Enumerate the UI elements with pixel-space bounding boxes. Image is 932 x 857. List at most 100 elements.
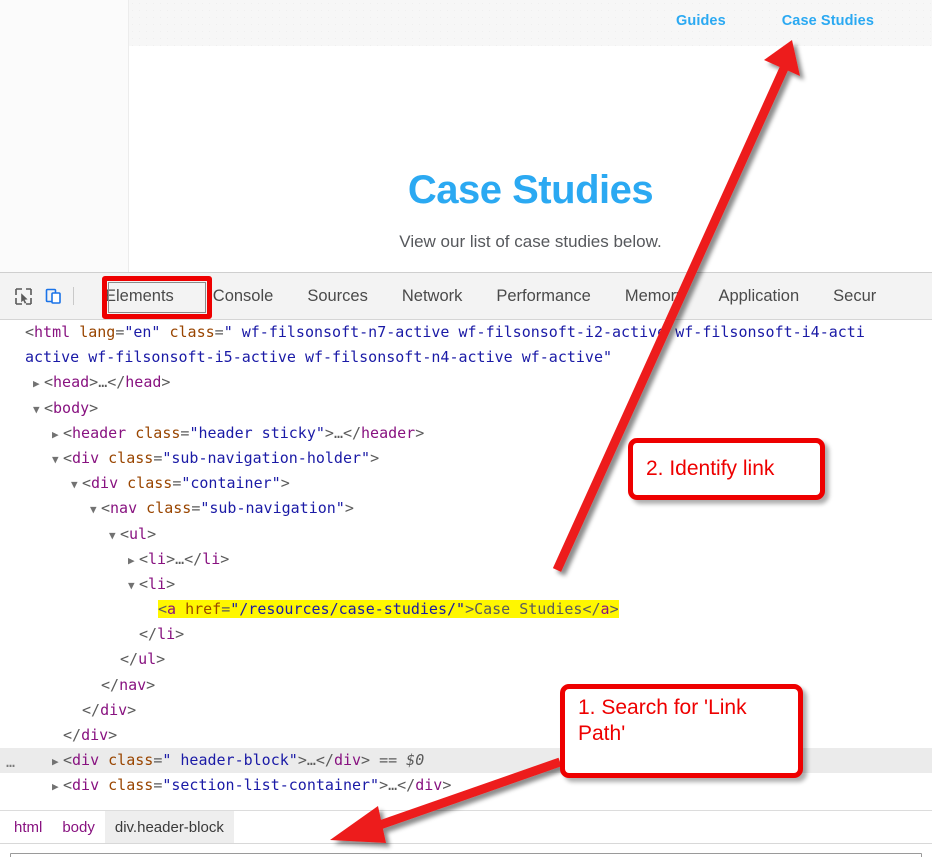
dom-row-content: active wf-filsonsoft-i5-active wf-filson… bbox=[0, 348, 612, 366]
breadcrumb-item-html[interactable]: html bbox=[4, 811, 52, 844]
dom-row-content: </div> bbox=[0, 701, 136, 719]
tab-sources[interactable]: Sources bbox=[290, 273, 385, 320]
dom-token-punc: = bbox=[115, 323, 125, 341]
dom-tree-row[interactable]: </ul> bbox=[0, 647, 932, 672]
expanded-twisty-icon[interactable]: ▼ bbox=[71, 472, 82, 497]
dom-token-punc: > bbox=[344, 499, 354, 518]
sub-navigation-bar: Guides Case Studies bbox=[129, 0, 932, 47]
dom-token-punc bbox=[126, 424, 135, 442]
dom-row-content: <html lang="en" class=" wf-filsonsoft-n7… bbox=[0, 323, 865, 341]
dom-token-punc: < bbox=[63, 448, 73, 467]
subnav-link-guides[interactable]: Guides bbox=[676, 13, 726, 29]
breadcrumb-item-body[interactable]: body bbox=[52, 811, 105, 844]
dom-token-tag: div bbox=[100, 700, 128, 719]
page-left-gutter bbox=[0, 0, 129, 272]
dom-token-punc: > bbox=[220, 549, 230, 568]
tab-elements[interactable]: Elements bbox=[83, 273, 196, 320]
dom-row-markup: <ul> bbox=[120, 525, 156, 543]
dom-token-tag: head bbox=[53, 373, 90, 392]
dom-token-punc: > bbox=[161, 373, 171, 392]
dom-token-punc: < bbox=[158, 600, 168, 619]
dom-token-tag: div bbox=[72, 776, 100, 795]
collapsed-twisty-icon[interactable]: ▶ bbox=[128, 548, 139, 573]
dom-token-attr: href bbox=[185, 600, 222, 619]
dom-row-markup: <header class="header sticky">…</header> bbox=[63, 424, 424, 442]
dom-tree-row[interactable]: </li> bbox=[0, 622, 932, 647]
dom-row-content: ▼ <body> bbox=[0, 399, 98, 417]
dom-tree-row[interactable]: <a href="/resources/case-studies/">Case … bbox=[0, 597, 932, 622]
tab-security[interactable]: Secur bbox=[816, 273, 893, 320]
expanded-twisty-icon[interactable]: ▼ bbox=[90, 497, 101, 522]
dom-row-content: ▼ <div class="container"> bbox=[0, 474, 290, 492]
dom-token-punc: < bbox=[120, 524, 130, 543]
expanded-twisty-icon[interactable]: ▼ bbox=[128, 573, 139, 598]
page-gutter-fill bbox=[0, 0, 128, 272]
dom-token-punc bbox=[99, 776, 108, 794]
dom-token-tag: div bbox=[91, 474, 119, 493]
device-toolbar-icon[interactable] bbox=[38, 282, 68, 310]
dom-token-punc: > bbox=[156, 650, 166, 669]
dom-tree-row[interactable]: <html lang="en" class=" wf-filsonsoft-n7… bbox=[0, 320, 932, 345]
dom-row-markup: <body> bbox=[44, 399, 98, 417]
tab-console[interactable]: Console bbox=[196, 273, 291, 320]
dom-token-punc: < bbox=[63, 751, 73, 770]
dom-token-punc: </ bbox=[107, 373, 126, 392]
dom-tree-row[interactable]: ▶ <li>…</li> bbox=[0, 547, 932, 572]
callout-search-link-path: 1. Search for 'Link Path' bbox=[560, 684, 803, 778]
dom-tree-row[interactable]: ▶ <head>…</head> bbox=[0, 370, 932, 395]
dom-token-val: "sub-navigation-holder" bbox=[162, 448, 371, 467]
dom-token-tag: li bbox=[202, 549, 221, 568]
dom-search-input[interactable] bbox=[10, 853, 922, 857]
dom-tree-row[interactable]: ▼ <nav class="sub-navigation"> bbox=[0, 496, 932, 521]
dom-row-content: ▶ <div class=" header-block">…</div> == $… bbox=[0, 751, 424, 769]
dom-tree-row[interactable]: ▼ <li> bbox=[0, 572, 932, 597]
dom-token-punc: < bbox=[139, 574, 149, 593]
tab-memory[interactable]: Memory bbox=[608, 273, 702, 320]
dom-row-content: ▶ <li>…</li> bbox=[0, 550, 229, 568]
page-subtitle: View our list of case studies below. bbox=[399, 232, 662, 251]
devtools-toolbar: Elements Console Sources Network Perform… bbox=[0, 273, 932, 320]
dom-token-val: "sub-navigation" bbox=[200, 499, 345, 518]
expanded-twisty-icon[interactable]: ▼ bbox=[109, 523, 120, 548]
breadcrumb-item-div-header-block[interactable]: div.header-block bbox=[104, 811, 234, 844]
dom-token-text: … bbox=[306, 751, 316, 770]
expanded-twisty-icon[interactable]: ▼ bbox=[52, 447, 63, 472]
subnav-link-case-studies[interactable]: Case Studies bbox=[782, 13, 874, 29]
inspect-element-icon[interactable] bbox=[8, 282, 38, 310]
dom-row-content: </ul> bbox=[0, 650, 165, 668]
dom-token-punc bbox=[137, 499, 146, 517]
dom-row-markup: <li> bbox=[139, 575, 175, 593]
tab-application[interactable]: Application bbox=[701, 273, 816, 320]
dom-tree-row[interactable]: active wf-filsonsoft-i5-active wf-filson… bbox=[0, 345, 932, 370]
dom-row-markup: <div class="sub-navigation-holder"> bbox=[63, 449, 379, 467]
tab-performance[interactable]: Performance bbox=[479, 273, 607, 320]
dom-token-val: "en" bbox=[124, 323, 161, 341]
dom-row-content: ▶ <div class="section-list-container">…</… bbox=[0, 776, 451, 794]
dom-token-punc: < bbox=[82, 474, 92, 493]
dom-token-punc: = bbox=[153, 776, 163, 795]
dom-tree-row[interactable]: ▼ <body> bbox=[0, 396, 932, 421]
collapsed-twisty-icon[interactable]: ▶ bbox=[52, 422, 63, 447]
dom-token-punc: </ bbox=[184, 549, 203, 568]
dom-row-content: ▼ <div class="sub-navigation-holder"> bbox=[0, 449, 379, 467]
dom-tree-row[interactable]: ▼ <ul> bbox=[0, 522, 932, 547]
row-more-icon[interactable]: … bbox=[6, 750, 16, 775]
dom-token-punc: = bbox=[191, 499, 201, 518]
dom-row-markup: </div> bbox=[82, 701, 136, 719]
tab-network[interactable]: Network bbox=[385, 273, 480, 320]
collapsed-twisty-icon[interactable]: ▶ bbox=[52, 749, 63, 774]
collapsed-twisty-icon[interactable]: ▶ bbox=[52, 774, 63, 799]
expanded-twisty-icon[interactable]: ▼ bbox=[33, 397, 44, 422]
dom-row-markup: <div class="section-list-container">…</d… bbox=[63, 776, 451, 794]
dom-token-punc bbox=[160, 323, 169, 341]
collapsed-twisty-icon[interactable]: ▶ bbox=[33, 371, 44, 396]
dom-token-punc: </ bbox=[120, 650, 139, 669]
dom-token-punc bbox=[99, 751, 108, 769]
dom-token-punc: </ bbox=[82, 700, 101, 719]
dom-token-tag: div bbox=[333, 751, 362, 770]
dom-token-punc: > bbox=[108, 726, 118, 744]
dom-token-punc: = bbox=[221, 600, 231, 619]
dom-token-punc: > bbox=[89, 398, 99, 417]
dom-token-punc: > bbox=[280, 474, 290, 493]
dom-token-punc: > bbox=[127, 700, 137, 719]
